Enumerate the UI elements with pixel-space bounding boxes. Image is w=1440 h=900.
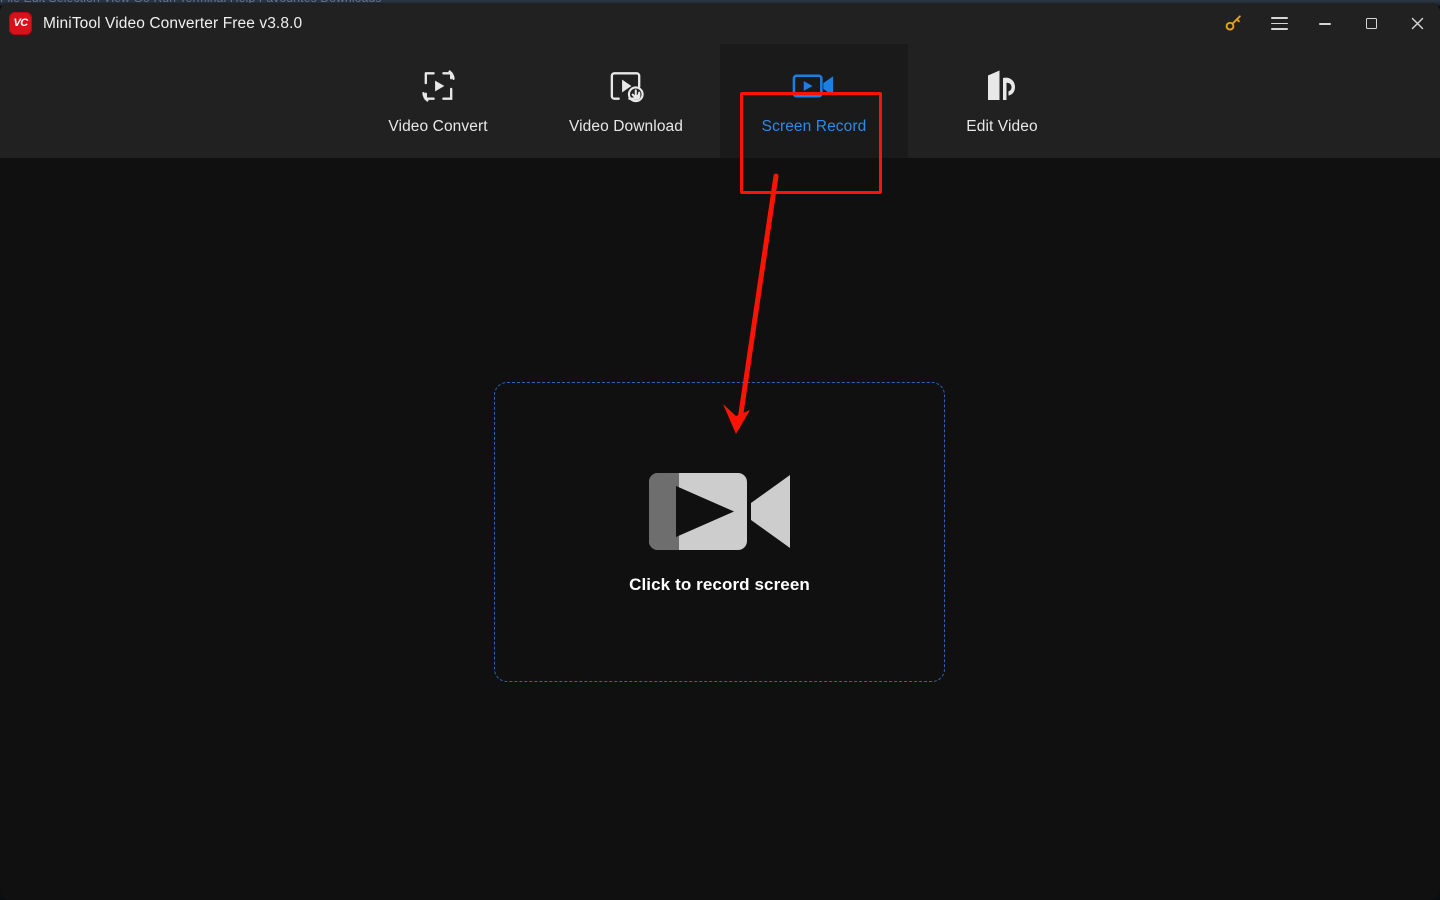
window-controls <box>1210 3 1440 44</box>
close-icon <box>1411 17 1423 30</box>
tab-screen-record[interactable]: Screen Record <box>720 44 908 158</box>
camcorder-icon <box>649 472 790 550</box>
minimize-button[interactable] <box>1302 3 1348 44</box>
video-convert-icon <box>418 66 459 106</box>
window-title: MiniTool Video Converter Free v3.8.0 <box>43 14 303 32</box>
main-tab-bar: Video Convert Video Download Screen Reco… <box>0 44 1440 194</box>
content-area: Click to record screen <box>0 158 1440 900</box>
record-screen-dropzone[interactable]: Click to record screen <box>494 382 945 682</box>
maximize-icon <box>1365 18 1377 29</box>
tab-label-screen-record: Screen Record <box>761 118 867 135</box>
tab-label-edit-video: Edit Video <box>966 118 1038 135</box>
minimize-icon <box>1319 22 1331 25</box>
tab-edit-video[interactable]: Edit Video <box>908 44 1096 158</box>
edit-video-icon <box>981 66 1023 106</box>
app-logo-text: VC <box>13 17 28 29</box>
tab-video-download[interactable]: Video Download <box>532 44 720 158</box>
video-download-icon <box>606 66 647 106</box>
tab-label-video-convert: Video Convert <box>388 118 488 135</box>
app-logo-icon: VC <box>9 12 32 35</box>
key-icon <box>1225 15 1241 31</box>
hamburger-menu-icon <box>1270 17 1288 30</box>
tab-video-convert[interactable]: Video Convert <box>344 44 532 158</box>
menu-button[interactable] <box>1256 3 1302 44</box>
screen-record-icon <box>792 66 837 106</box>
maximize-button[interactable] <box>1348 3 1394 44</box>
tab-label-video-download: Video Download <box>568 118 683 135</box>
dropzone-label: Click to record screen <box>629 574 810 594</box>
title-bar: VC MiniTool Video Converter Free v3.8.0 <box>0 3 1440 44</box>
license-key-button[interactable] <box>1210 3 1256 44</box>
app-window: VC MiniTool Video Converter Free v3.8.0 <box>0 3 1440 900</box>
close-button[interactable] <box>1394 3 1440 44</box>
